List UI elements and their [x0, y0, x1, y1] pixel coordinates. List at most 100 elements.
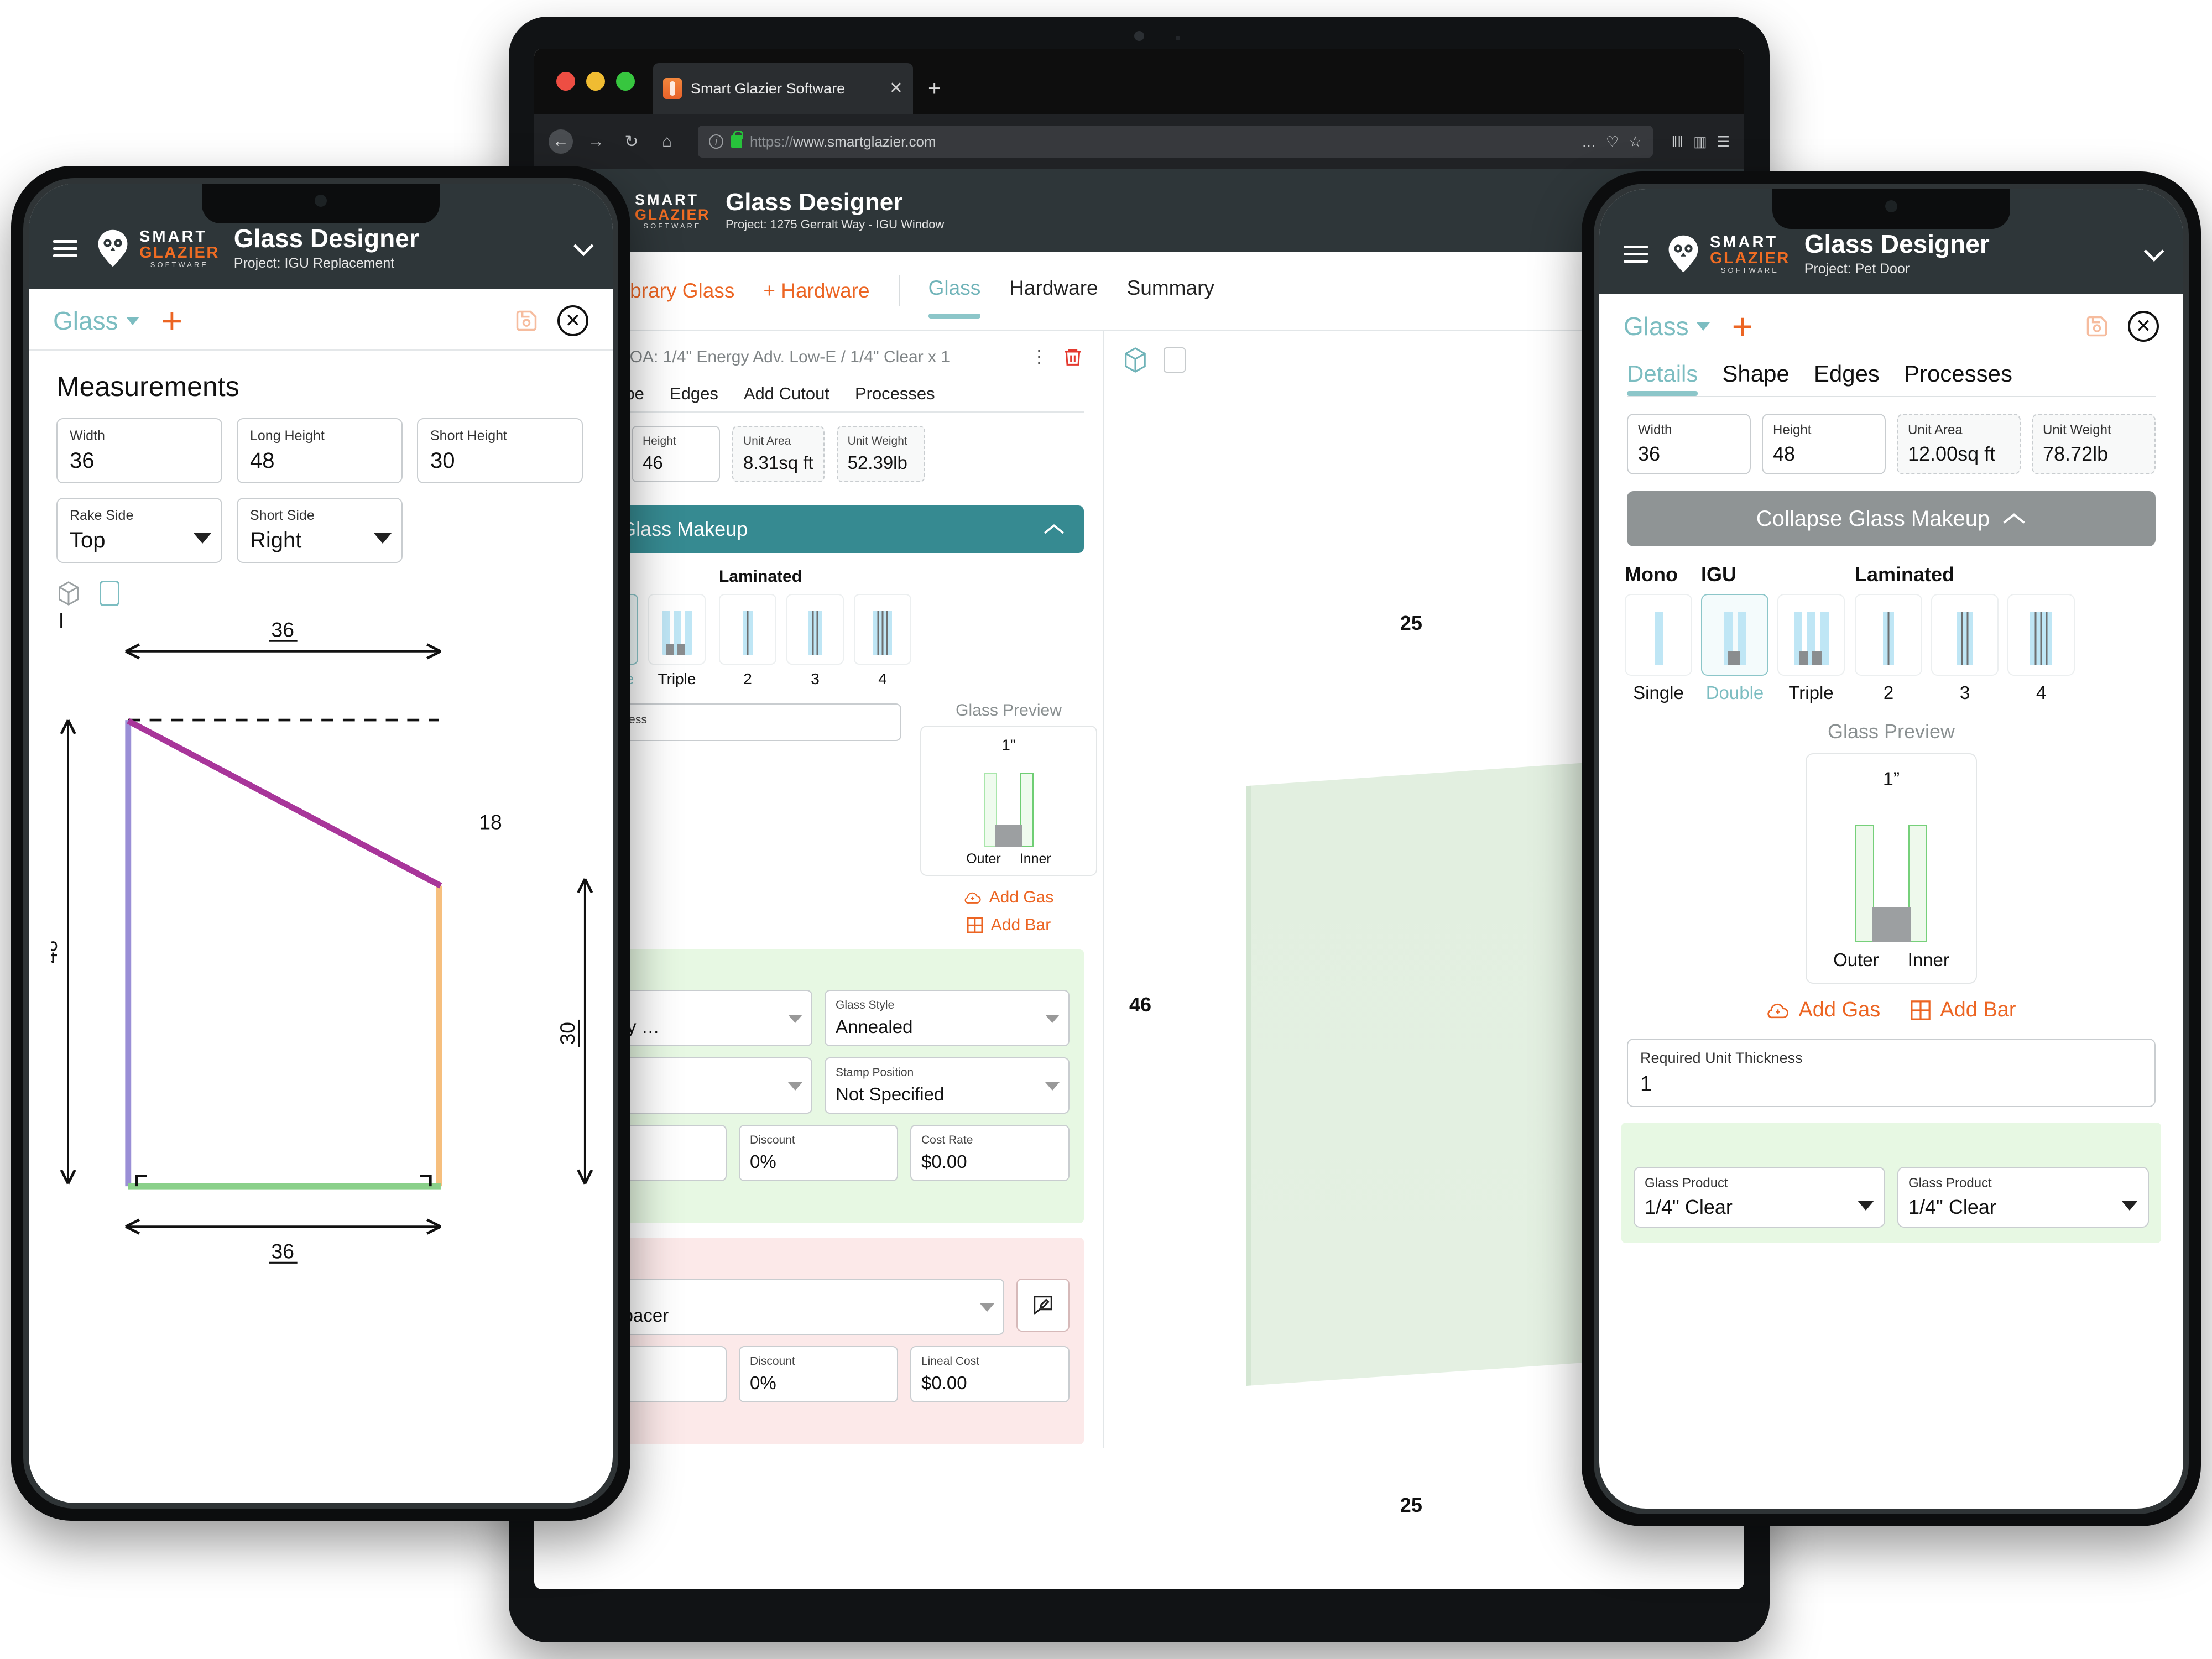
rake-side-select[interactable]: Rake Side Top	[56, 498, 222, 563]
minimize-window-icon[interactable]	[586, 72, 605, 91]
dimension-top-label: 36	[272, 618, 294, 641]
save-icon[interactable]	[2085, 312, 2109, 341]
spacer-select[interactable]: s Mill Spacer	[567, 1279, 1004, 1335]
reader-view-icon[interactable]: ▥	[1693, 133, 1707, 150]
add-item-button[interactable]: +	[1732, 308, 1754, 345]
makeup-option-double[interactable]: Double	[1701, 594, 1768, 703]
makeup-option-lam3[interactable]: 3	[786, 594, 844, 688]
maximize-window-icon[interactable]	[616, 72, 635, 91]
browser-menu-icon[interactable]: ☰	[1717, 133, 1730, 150]
window-traffic-lights	[556, 72, 635, 91]
width-field[interactable]: Width 36	[56, 418, 222, 483]
url-scheme: https://	[750, 133, 794, 150]
makeup-option-triple[interactable]: Triple	[1777, 594, 1845, 703]
menu-icon[interactable]	[53, 239, 77, 257]
close-window-icon[interactable]	[556, 72, 575, 91]
short-side-select[interactable]: Short Side Right	[237, 498, 403, 563]
glass-type-dropdown[interactable]: Glass	[1624, 311, 1710, 341]
tablet-add-bar-button[interactable]: Add Bar	[920, 916, 1097, 935]
subtab-shape[interactable]: Shape	[1722, 361, 1789, 396]
short-height-field[interactable]: Short Height 30	[417, 418, 583, 483]
forward-icon[interactable]: →	[584, 129, 608, 154]
back-icon[interactable]: ←	[549, 129, 573, 154]
logo-software-text: SOFTWARE	[1720, 265, 1779, 274]
brand-logo: SMART GLAZIER SOFTWARE	[1662, 233, 1790, 275]
tablet-add-gas-button[interactable]: Add Gas	[920, 888, 1097, 907]
tab-summary[interactable]: Summary	[1127, 276, 1214, 305]
outer-cost-rate-field[interactable]: Cost Rate $0.00	[910, 1125, 1070, 1181]
glass-preview-title: Glass Preview	[1827, 720, 1955, 743]
makeup-option-lam2[interactable]: 2	[719, 594, 776, 688]
reload-icon[interactable]: ↻	[619, 129, 644, 154]
left-phone-screen: SMART GLAZIER SOFTWARE Glass Designer Pr…	[29, 184, 613, 1503]
cube-3d-view-icon[interactable]	[1123, 346, 1148, 374]
delete-icon[interactable]	[1062, 345, 1084, 369]
spacer-discount-field[interactable]: Discount 0%	[739, 1346, 898, 1402]
spacer-lineal-cost-field[interactable]: Lineal Cost $0.00	[910, 1346, 1070, 1402]
height-field[interactable]: Height 48	[1762, 414, 1886, 474]
add-bar-label: Add Bar	[1940, 998, 2016, 1021]
add-item-button[interactable]: +	[161, 302, 183, 339]
tablet-body: 5" x 46" 1"OA: 1/4" Energy Adv. Low-E / …	[534, 331, 1744, 1516]
subtab-processes[interactable]: Processes	[1904, 361, 2012, 396]
height-field[interactable]: Height 46	[632, 426, 720, 482]
collapse-glass-makeup-button[interactable]: apse Glass Makeup	[553, 505, 1084, 553]
spacer-edit-button[interactable]	[1016, 1279, 1070, 1332]
subtab-add-cutout[interactable]: Add Cutout	[744, 384, 830, 411]
required-thickness-field[interactable]: Required Unit Thickness 1	[1627, 1039, 2156, 1107]
outer-defaults-link[interactable]: efaults	[567, 1190, 1070, 1209]
home-icon[interactable]: ⌂	[655, 129, 679, 154]
address-bar[interactable]: i https://www.smartglazier.com … ♡ ☆	[698, 126, 1653, 158]
glass-pane-3d-shape[interactable]	[1246, 761, 1611, 1386]
makeup-option-single[interactable]: Single	[1625, 594, 1692, 703]
toolbar-divider	[898, 275, 900, 306]
browser-tab[interactable]: Smart Glazier Software ✕	[653, 63, 913, 114]
tab-glass[interactable]: Glass	[928, 276, 980, 319]
new-tab-icon[interactable]: +	[928, 77, 941, 100]
close-icon[interactable]: ✕	[2128, 311, 2159, 342]
glass-type-dropdown[interactable]: Glass	[53, 306, 139, 336]
outer-glass-product-select[interactable]: Glass Product 1/4" Clear	[1634, 1167, 1885, 1228]
outer-discount-field[interactable]: Discount 0%	[739, 1125, 898, 1181]
close-icon[interactable]: ✕	[557, 305, 588, 336]
subtab-processes[interactable]: Processes	[855, 384, 935, 411]
library-icon[interactable]: ‖‖	[1672, 133, 1683, 150]
subtab-edges[interactable]: Edges	[1814, 361, 1880, 396]
spacer-defaults-link[interactable]: efaults	[567, 1411, 1070, 1430]
add-bar-button[interactable]: Add Bar	[1910, 998, 2016, 1022]
outer-glass-style-select[interactable]: Glass Style Annealed	[825, 990, 1070, 1046]
collapse-glass-makeup-button[interactable]: Collapse Glass Makeup	[1627, 491, 2156, 546]
chevron-down-icon[interactable]	[573, 236, 594, 257]
makeup-option-lam2[interactable]: 2	[1855, 594, 1922, 703]
long-height-field[interactable]: Long Height 48	[237, 418, 403, 483]
flat-2d-view-icon[interactable]	[1164, 347, 1186, 373]
menu-icon[interactable]	[1624, 245, 1648, 263]
cube-3d-view-icon[interactable]	[56, 580, 81, 607]
makeup-icon-laminated-4	[2007, 594, 2075, 676]
rake-side-value: Top	[70, 528, 106, 552]
rake-side-label: Rake Side	[70, 508, 134, 523]
width-field[interactable]: Width 36	[1627, 414, 1751, 474]
overflow-menu-icon[interactable]: …	[1582, 133, 1596, 150]
makeup-option-lam4[interactable]: 4	[854, 594, 911, 688]
more-options-icon[interactable]: ⋮	[1030, 348, 1048, 366]
subtab-details[interactable]: Details	[1627, 361, 1698, 396]
outer-stamp-position-select[interactable]: Stamp Position Not Specified	[825, 1057, 1070, 1114]
close-tab-icon[interactable]: ✕	[889, 80, 903, 97]
subtab-edges[interactable]: Edges	[670, 384, 718, 411]
chevron-down-icon[interactable]	[2143, 241, 2164, 262]
add-hardware-button[interactable]: + Hardware	[763, 279, 869, 302]
save-icon[interactable]	[514, 306, 539, 335]
shield-icon[interactable]: ♡	[1606, 133, 1619, 150]
makeup-option-triple[interactable]: Triple	[648, 594, 706, 688]
glass-type-label: Glass	[53, 306, 118, 335]
inner-lite-shape	[1908, 825, 1927, 942]
bookmark-star-icon[interactable]: ☆	[1629, 133, 1641, 150]
tab-hardware[interactable]: Hardware	[1009, 276, 1098, 305]
flat-2d-view-icon[interactable]	[100, 581, 119, 606]
add-gas-button[interactable]: Add Gas	[1766, 998, 1880, 1022]
site-info-icon[interactable]: i	[709, 134, 723, 149]
inner-glass-product-select[interactable]: Glass Product 1/4" Clear	[1897, 1167, 2149, 1228]
makeup-option-lam4[interactable]: 4	[2007, 594, 2075, 703]
makeup-option-lam3[interactable]: 3	[1931, 594, 1999, 703]
